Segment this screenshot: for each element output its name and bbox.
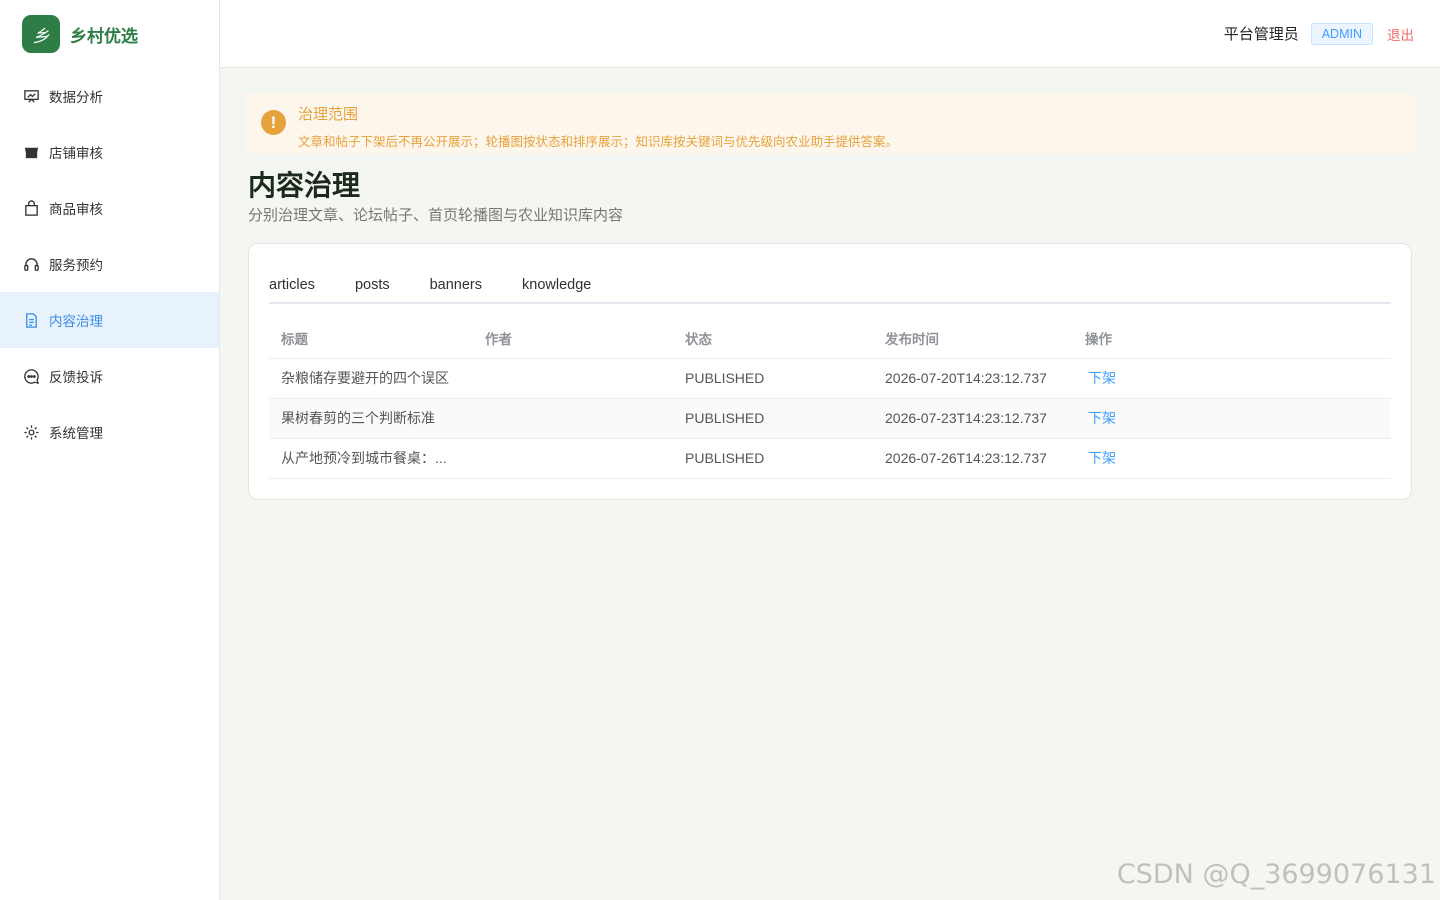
sidebar-item-label: 内容治理 bbox=[49, 314, 103, 329]
cell-title: 杂粮储存要避开的四个误区 bbox=[269, 358, 473, 399]
cell-author bbox=[473, 438, 673, 479]
cell-publish-time: 2026-07-26T14:23:12.737 bbox=[873, 438, 1073, 479]
cell-action: 下架 bbox=[1073, 438, 1391, 479]
tab-posts[interactable]: posts bbox=[355, 274, 390, 302]
cell-status: PUBLISHED bbox=[673, 438, 873, 479]
cell-publish-time: 2026-07-23T14:23:12.737 bbox=[873, 398, 1073, 439]
warning-icon: ! bbox=[261, 110, 286, 135]
sidebar-menu: 数据分析 店铺审核 商品审核 服务预约 内容治理 反馈投诉 系统管理 bbox=[0, 68, 219, 460]
tab-articles[interactable]: articles bbox=[269, 274, 315, 302]
alert-description: 文章和帖子下架后不再公开展示；轮播图按状态和排序展示；知识库按关键词与优先级向农… bbox=[298, 135, 899, 149]
sidebar-item-content-governance[interactable]: 内容治理 bbox=[0, 292, 219, 348]
page-subtitle: 分别治理文章、论坛帖子、首页轮播图与农业知识库内容 bbox=[248, 207, 624, 224]
table-header-row: 标题 作者 状态 发布时间 操作 bbox=[269, 318, 1391, 359]
page-title: 内容治理 bbox=[248, 170, 361, 201]
chart-icon bbox=[22, 87, 40, 105]
scope-alert: ! 治理范围 文章和帖子下架后不再公开展示；轮播图按状态和排序展示；知识库按关键… bbox=[245, 93, 1416, 154]
column-header-action: 操作 bbox=[1073, 318, 1391, 359]
unpublish-button[interactable]: 下架 bbox=[1085, 370, 1116, 386]
cell-author bbox=[473, 358, 673, 399]
store-icon bbox=[22, 143, 40, 161]
sidebar-item-label: 服务预约 bbox=[49, 258, 103, 273]
sidebar-item-store-review[interactable]: 店铺审核 bbox=[0, 124, 219, 180]
brand[interactable]: 乡 乡村优选 bbox=[0, 0, 219, 68]
table-row: 果树春剪的三个判断标准 PUBLISHED 2026-07-23T14:23:1… bbox=[269, 398, 1391, 439]
column-header-status: 状态 bbox=[673, 318, 873, 359]
tab-banners[interactable]: banners bbox=[430, 274, 482, 302]
alert-title: 治理范围 bbox=[298, 106, 359, 123]
cell-title: 果树春剪的三个判断标准 bbox=[269, 398, 473, 439]
top-bar: 平台管理员 ADMIN 退出 bbox=[220, 0, 1440, 68]
sidebar-item-label: 商品审核 bbox=[49, 202, 103, 217]
content-card: articles posts banners knowledge 标题 作者 状… bbox=[248, 243, 1412, 500]
cell-action: 下架 bbox=[1073, 398, 1391, 439]
sidebar-item-product-review[interactable]: 商品审核 bbox=[0, 180, 219, 236]
user-name: 平台管理员 bbox=[1223, 26, 1299, 43]
sidebar-item-feedback[interactable]: 反馈投诉 bbox=[0, 348, 219, 404]
headset-icon bbox=[22, 255, 40, 273]
gear-icon bbox=[22, 423, 40, 441]
alert-body: 治理范围 文章和帖子下架后不再公开展示；轮播图按状态和排序展示；知识库按关键词与… bbox=[298, 93, 898, 150]
content-tabs: articles posts banners knowledge bbox=[269, 274, 1391, 304]
sidebar: 乡 乡村优选 数据分析 店铺审核 商品审核 服务预约 内容治理 反馈投诉 系统管… bbox=[0, 0, 220, 900]
logout-link[interactable]: 退出 bbox=[1387, 24, 1414, 44]
role-badge: ADMIN bbox=[1310, 22, 1373, 45]
unpublish-button[interactable]: 下架 bbox=[1085, 410, 1116, 426]
column-header-publish-time: 发布时间 bbox=[873, 318, 1073, 359]
sidebar-item-label: 店铺审核 bbox=[49, 146, 103, 161]
content-table: 标题 作者 状态 发布时间 操作 杂粮储存要避开的四个误区 PUBLISHED … bbox=[269, 318, 1391, 479]
column-header-title: 标题 bbox=[269, 318, 473, 359]
sidebar-item-service-booking[interactable]: 服务预约 bbox=[0, 236, 219, 292]
unpublish-button[interactable]: 下架 bbox=[1085, 450, 1116, 466]
cell-status: PUBLISHED bbox=[673, 358, 873, 399]
main-content: ! 治理范围 文章和帖子下架后不再公开展示；轮播图按状态和排序展示；知识库按关键… bbox=[220, 68, 1440, 900]
table-row: 从产地预冷到城市餐桌：... PUBLISHED 2026-07-26T14:2… bbox=[269, 438, 1391, 479]
bag-icon bbox=[22, 199, 40, 217]
cell-action: 下架 bbox=[1073, 358, 1391, 399]
sidebar-item-label: 反馈投诉 bbox=[49, 370, 103, 385]
sidebar-item-label: 数据分析 bbox=[49, 90, 103, 105]
brand-logo: 乡 bbox=[22, 15, 60, 53]
sidebar-item-system-management[interactable]: 系统管理 bbox=[0, 404, 219, 460]
document-icon bbox=[22, 311, 40, 329]
cell-title: 从产地预冷到城市餐桌：... bbox=[269, 438, 473, 479]
tab-knowledge[interactable]: knowledge bbox=[522, 274, 591, 302]
table-row: 杂粮储存要避开的四个误区 PUBLISHED 2026-07-20T14:23:… bbox=[269, 358, 1391, 399]
chat-icon bbox=[22, 367, 40, 385]
sidebar-item-label: 系统管理 bbox=[49, 426, 103, 441]
column-header-author: 作者 bbox=[473, 318, 673, 359]
sidebar-item-data-analysis[interactable]: 数据分析 bbox=[0, 68, 219, 124]
cell-author bbox=[473, 398, 673, 439]
cell-publish-time: 2026-07-20T14:23:12.737 bbox=[873, 358, 1073, 399]
watermark: CSDN @Q_3699076131 bbox=[1116, 859, 1436, 890]
brand-name: 乡村优选 bbox=[70, 26, 138, 46]
cell-status: PUBLISHED bbox=[673, 398, 873, 439]
